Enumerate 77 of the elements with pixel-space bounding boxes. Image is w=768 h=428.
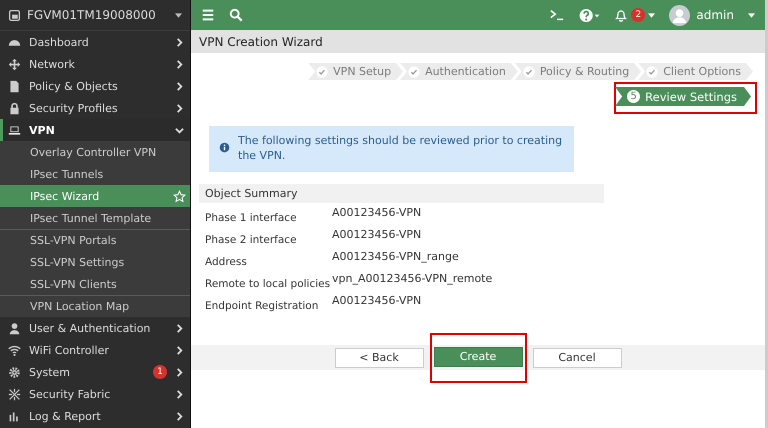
dropdown-caret-icon[interactable] [175, 12, 182, 18]
chevron-right-icon [175, 346, 184, 354]
terminal-icon[interactable] [550, 8, 564, 22]
submenu-item[interactable]: Overlay Controller VPN [0, 141, 190, 163]
field-label: Phase 2 interface [205, 232, 298, 248]
sidebar-item[interactable]: Log & Report [0, 405, 190, 427]
chevron-right-icon [175, 104, 184, 112]
field-label: Endpoint Registration [205, 298, 320, 314]
sidebar-item[interactable]: Security Fabric [0, 383, 190, 405]
field-value: vpn_A00123456-VPN_remote [332, 270, 494, 287]
gear-icon [8, 366, 21, 378]
dropdown-caret-icon[interactable] [748, 12, 755, 18]
page-title-bar: VPN Creation Wizard [191, 30, 765, 53]
user-icon [8, 322, 21, 334]
create-button[interactable]: Create [434, 346, 522, 366]
help-icon[interactable] [578, 8, 600, 22]
field-value: A00123456-VPN [332, 292, 422, 309]
check-circle-icon [316, 66, 328, 78]
step-number: 5 [627, 90, 640, 103]
search-icon[interactable] [229, 8, 243, 22]
field-value: A00123456-VPN_range [332, 248, 460, 265]
move-arrows-icon [8, 58, 21, 70]
wizard-step: 5 Review Settings [615, 87, 751, 106]
notification-badge: 1 [153, 365, 167, 379]
info-icon [219, 142, 230, 153]
wizard-step: VPN Setup [308, 63, 404, 80]
info-text: The following settings should be reviewed prior to creating the VPN. [238, 134, 564, 164]
field-value: A00123456-VPN [332, 226, 422, 243]
sidebar-item[interactable]: Dashboard [0, 31, 190, 53]
field-value: A00123456-VPN [332, 204, 422, 221]
notification-badge: 2 [631, 8, 646, 22]
wizard-step: Authentication [400, 63, 518, 80]
chevron-right-icon [175, 412, 184, 420]
bell-icon[interactable] [614, 8, 628, 22]
avatar-icon[interactable] [669, 4, 690, 26]
star-icon[interactable] [173, 190, 186, 202]
chevron-right-icon [175, 38, 184, 46]
device-name: FGVM01TM19008000 [27, 8, 157, 22]
submenu-item[interactable]: SSL-VPN Portals [0, 229, 190, 251]
sidebar-item[interactable]: Policy & Objects [0, 75, 190, 97]
device-icon [8, 8, 21, 22]
lock-icon [8, 102, 21, 114]
wizard-step: Policy & Routing [514, 63, 642, 80]
chevron-right-icon [175, 82, 184, 90]
submenu-item[interactable]: IPsec Tunnel Template [0, 207, 190, 229]
chevron-right-icon [175, 60, 184, 68]
sidebar-item[interactable]: User & Authentication [0, 317, 190, 339]
section-header: Object Summary [199, 184, 604, 203]
field-label: Remote to local policies [205, 276, 332, 292]
sidebar-item[interactable]: System 1 [0, 361, 190, 383]
dropdown-caret-icon[interactable] [648, 12, 656, 18]
laptop-icon [8, 124, 21, 136]
chevron-right-icon [175, 324, 184, 332]
wizard-button[interactable]: Cancel [532, 348, 622, 368]
field-label: Address [205, 254, 248, 270]
document-icon [8, 80, 21, 92]
sidebar-item[interactable]: Network [0, 53, 190, 75]
check-circle-icon [522, 66, 535, 78]
submenu-item[interactable]: IPsec Tunnels [0, 163, 190, 185]
chevron-right-icon [175, 390, 184, 398]
submenu-item[interactable]: SSL-VPN Clients [0, 273, 190, 295]
check-circle-icon [408, 66, 420, 78]
chevron-down-icon [175, 126, 184, 134]
menu-icon[interactable] [201, 8, 215, 22]
sidebar-item[interactable]: Security Profiles [0, 97, 190, 119]
check-circle-icon [646, 66, 658, 78]
wizard-step: Client Options [638, 63, 753, 80]
field-label: Phase 1 interface [205, 210, 298, 226]
wifi-icon [8, 344, 21, 356]
submenu-item[interactable]: SSL-VPN Settings [0, 251, 190, 273]
submenu-item[interactable]: VPN Location Map [0, 295, 190, 317]
bar-chart-icon [8, 410, 21, 422]
chevron-right-icon [175, 368, 184, 376]
wizard-button[interactable]: < Back [334, 348, 424, 368]
submenu-item[interactable]: IPsec Wizard [0, 185, 190, 207]
sidebar-item[interactable]: WiFi Controller [0, 339, 190, 361]
user-menu[interactable]: admin [696, 8, 734, 22]
